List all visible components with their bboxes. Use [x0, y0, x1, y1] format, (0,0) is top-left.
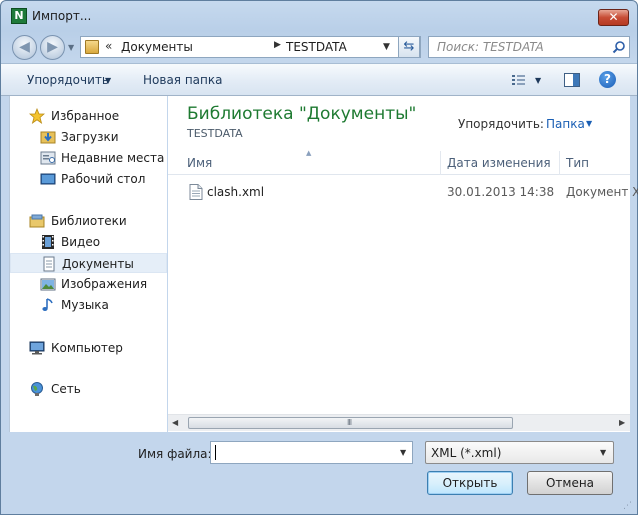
recent-places-icon [40, 151, 56, 165]
breadcrumb-testdata[interactable]: TESTDATA [286, 40, 347, 54]
search-placeholder: Поиск: TESTDATA [437, 40, 544, 54]
close-button[interactable]: ✕ [598, 9, 629, 26]
sidebar-item-video[interactable]: Видео [10, 232, 167, 252]
search-icon[interactable] [612, 40, 626, 54]
sidebar-item-label: Недавние места [61, 151, 165, 165]
file-list-pane: Библиотека "Документы" TESTDATA Упорядоч… [168, 96, 638, 432]
window-title: Импорт... [32, 9, 92, 23]
file-type-filter[interactable]: XML (*.xml) ▼ [425, 441, 614, 464]
preview-pane-icon[interactable] [564, 73, 580, 87]
sidebar-item-label: Компьютер [51, 341, 123, 355]
scroll-left-button[interactable]: ◀ [172, 418, 178, 427]
file-date: 30.01.2013 14:38 [447, 185, 555, 199]
text-cursor [215, 445, 216, 460]
column-date-modified[interactable]: Дата изменения [447, 156, 551, 170]
sidebar-item-desktop[interactable]: Рабочий стол [10, 169, 167, 189]
cancel-button[interactable]: Отмена [527, 471, 613, 495]
chevron-down-icon[interactable]: ▼ [586, 119, 592, 128]
back-button[interactable]: ◀ [12, 35, 37, 60]
sidebar-item-downloads[interactable]: Загрузки [10, 127, 167, 147]
column-type[interactable]: Тип [566, 156, 589, 170]
sort-ascending-icon: ▲ [306, 149, 312, 157]
scroll-right-button[interactable]: ▶ [619, 418, 625, 427]
views-icon[interactable] [511, 73, 527, 87]
sidebar-item-label: Библиотеки [51, 214, 127, 228]
sidebar-item-label: Рабочий стол [61, 172, 146, 186]
libraries-icon [29, 214, 45, 228]
forward-button[interactable]: ▶ [40, 35, 65, 60]
app-icon: N [11, 8, 27, 24]
address-bar[interactable]: « Документы ▶ TESTDATA ▼ [80, 36, 421, 58]
sidebar-item-pictures[interactable]: Изображения [10, 274, 167, 294]
library-title: Библиотека "Документы" [187, 104, 417, 124]
sidebar-item-label: Избранное [51, 109, 120, 123]
open-button[interactable]: Открыть [427, 471, 513, 495]
file-type: Документ X [566, 185, 638, 199]
sidebar-item-libraries[interactable]: Библиотеки [10, 211, 167, 231]
sidebar-item-label: Документы [62, 257, 134, 271]
arrange-by-label: Упорядочить: [458, 117, 544, 131]
views-dropdown[interactable]: ▼ [535, 76, 541, 85]
column-divider[interactable] [440, 151, 441, 175]
sidebar-item-recent-places[interactable]: Недавние места [10, 148, 167, 168]
navigation-pane: Избранное Загрузки Недавние места Рабочи… [9, 96, 167, 432]
recent-pages-dropdown[interactable]: ▼ [68, 43, 74, 52]
organize-button[interactable]: Упорядочить [27, 73, 109, 87]
star-icon [29, 108, 45, 124]
import-dialog: N Импорт... ✕ ◀ ▶ ▼ « Документы ▶ TESTDA… [0, 0, 638, 515]
column-name[interactable]: Имя [187, 156, 212, 170]
command-bar: Упорядочить ▼ Новая папка ▼ ? [1, 63, 637, 96]
column-header-row: ▲ Имя Дата изменения Тип [168, 149, 630, 175]
scrollbar-thumb[interactable]: III [188, 417, 513, 429]
desktop-icon [40, 173, 56, 185]
breadcrumb-documents[interactable]: Документы [121, 40, 193, 54]
sidebar-item-favorites[interactable]: Избранное [10, 106, 167, 126]
sidebar-item-label: Видео [61, 235, 101, 249]
navigation-bar: ◀ ▶ ▼ « Документы ▶ TESTDATA ▼ ⇆ Поиск: … [1, 31, 637, 63]
pictures-icon [40, 278, 56, 291]
horizontal-scrollbar[interactable]: ◀ III ▶ [168, 414, 630, 431]
filename-input[interactable]: ▼ [210, 441, 413, 464]
sidebar-item-label: Изображения [61, 277, 148, 291]
computer-icon [29, 341, 45, 355]
file-name: clash.xml [207, 185, 265, 199]
library-subtitle: TESTDATA [187, 127, 243, 140]
new-folder-button[interactable]: Новая папка [143, 73, 222, 87]
file-type-filter-value: XML (*.xml) [431, 446, 502, 460]
sidebar-item-computer[interactable]: Компьютер [10, 338, 167, 358]
scrollbar-grip: III [347, 418, 352, 427]
xml-file-icon [189, 184, 203, 200]
music-note-icon [42, 298, 53, 311]
column-divider[interactable] [559, 151, 560, 175]
downloads-folder-icon [40, 131, 56, 144]
network-icon [31, 382, 43, 396]
filename-label: Имя файла: [138, 447, 212, 461]
breadcrumb-separator[interactable]: ▶ [274, 40, 281, 50]
sidebar-item-documents[interactable]: Документы [10, 253, 167, 273]
search-input[interactable]: Поиск: TESTDATA [428, 36, 630, 58]
filename-history-dropdown[interactable]: ▼ [400, 448, 406, 457]
sidebar-item-network[interactable]: Сеть [10, 379, 167, 399]
file-row[interactable]: clash.xml 30.01.2013 14:38 Документ X [168, 182, 638, 202]
sidebar-item-music[interactable]: Музыка [10, 295, 167, 315]
chevron-down-icon: ▼ [105, 76, 112, 85]
refresh-button[interactable]: ⇆ [398, 36, 420, 58]
sidebar-item-label: Загрузки [61, 130, 119, 144]
address-dropdown[interactable]: ▼ [383, 42, 390, 52]
video-icon [42, 235, 54, 249]
resize-grip-icon[interactable]: ⋰ [623, 501, 632, 511]
sidebar-item-label: Музыка [61, 298, 109, 312]
chevron-down-icon[interactable]: ▼ [600, 448, 606, 457]
arrange-by-dropdown[interactable]: Папка [546, 117, 585, 131]
title-bar[interactable]: N Импорт... ✕ [1, 1, 637, 31]
documents-icon [43, 256, 55, 272]
help-icon[interactable]: ? [599, 71, 616, 88]
folder-icon [85, 40, 99, 54]
sidebar-item-label: Сеть [51, 382, 81, 396]
breadcrumb-overflow[interactable]: « [105, 39, 112, 53]
